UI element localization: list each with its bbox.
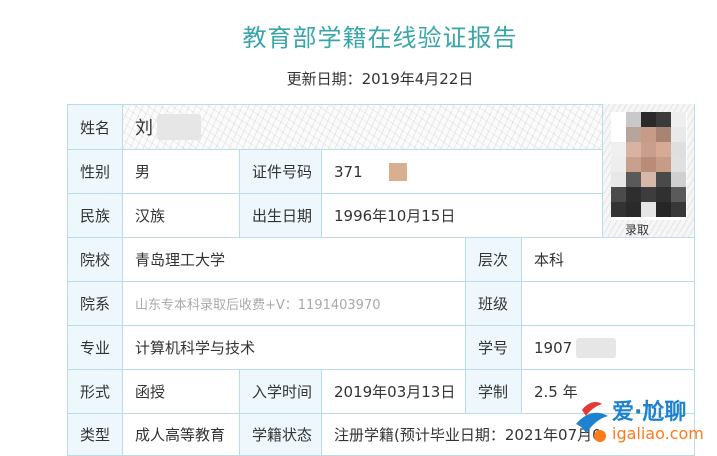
- ethnicity-value: 汉族: [123, 194, 240, 238]
- department-label: 院系: [67, 282, 123, 326]
- class-value: [522, 282, 695, 326]
- enroll-value: 2019年03月13日: [322, 370, 466, 414]
- status-label: 学籍状态: [240, 414, 322, 456]
- major-label: 专业: [67, 326, 123, 370]
- type-value: 成人高等教育: [123, 414, 240, 456]
- name-label: 姓名: [67, 104, 123, 150]
- student-photo-panel: 录取: [603, 104, 695, 238]
- enroll-label: 入学时间: [240, 370, 322, 414]
- class-label: 班级: [466, 282, 522, 326]
- level-value: 本科: [522, 238, 695, 282]
- bird-logo-icon: [576, 402, 608, 442]
- gender-value: 男: [123, 150, 240, 194]
- ethnicity-label: 民族: [67, 194, 123, 238]
- photo-caption: 录取: [625, 223, 650, 237]
- birth-label: 出生日期: [240, 194, 322, 238]
- id-value: 371: [334, 162, 363, 181]
- major-value: 计算机科学与技术: [123, 326, 466, 370]
- student-photo: [611, 112, 687, 220]
- birth-value: 1996年10月15日: [322, 194, 603, 238]
- name-redaction: [157, 114, 201, 140]
- school-label: 院校: [67, 238, 123, 282]
- student-no-label: 学号: [466, 326, 522, 370]
- duration-label: 学制: [466, 370, 522, 414]
- type-label: 类型: [67, 414, 123, 456]
- name-value: 刘: [135, 118, 153, 139]
- student-no-redaction: [576, 337, 617, 358]
- school-value: 青岛理工大学: [123, 238, 466, 282]
- department-value: 山东专本科录取后收费+V：1191403970: [123, 282, 466, 326]
- form-value: 函授: [123, 370, 240, 414]
- report-title: 教育部学籍在线验证报告: [242, 24, 518, 52]
- watermark-brand: 爱·尬聊: [612, 400, 687, 425]
- watermark-url: igaliao.com: [612, 424, 704, 443]
- gender-label: 性别: [67, 150, 123, 194]
- watermark-logo: 爱·尬聊 igaliao.com: [572, 388, 714, 450]
- student-no-value: 1907: [534, 338, 573, 357]
- id-value-cell: 371: [322, 150, 603, 194]
- level-label: 层次: [466, 238, 522, 282]
- student-no-value-cell: 1907: [522, 326, 695, 370]
- photo-mosaic: [611, 112, 686, 217]
- update-date: 更新日期：2019年4月22日: [286, 70, 474, 88]
- id-redaction: [388, 162, 407, 181]
- id-label: 证件号码: [240, 150, 322, 194]
- name-value-cell: 刘: [123, 104, 603, 150]
- form-label: 形式: [67, 370, 123, 414]
